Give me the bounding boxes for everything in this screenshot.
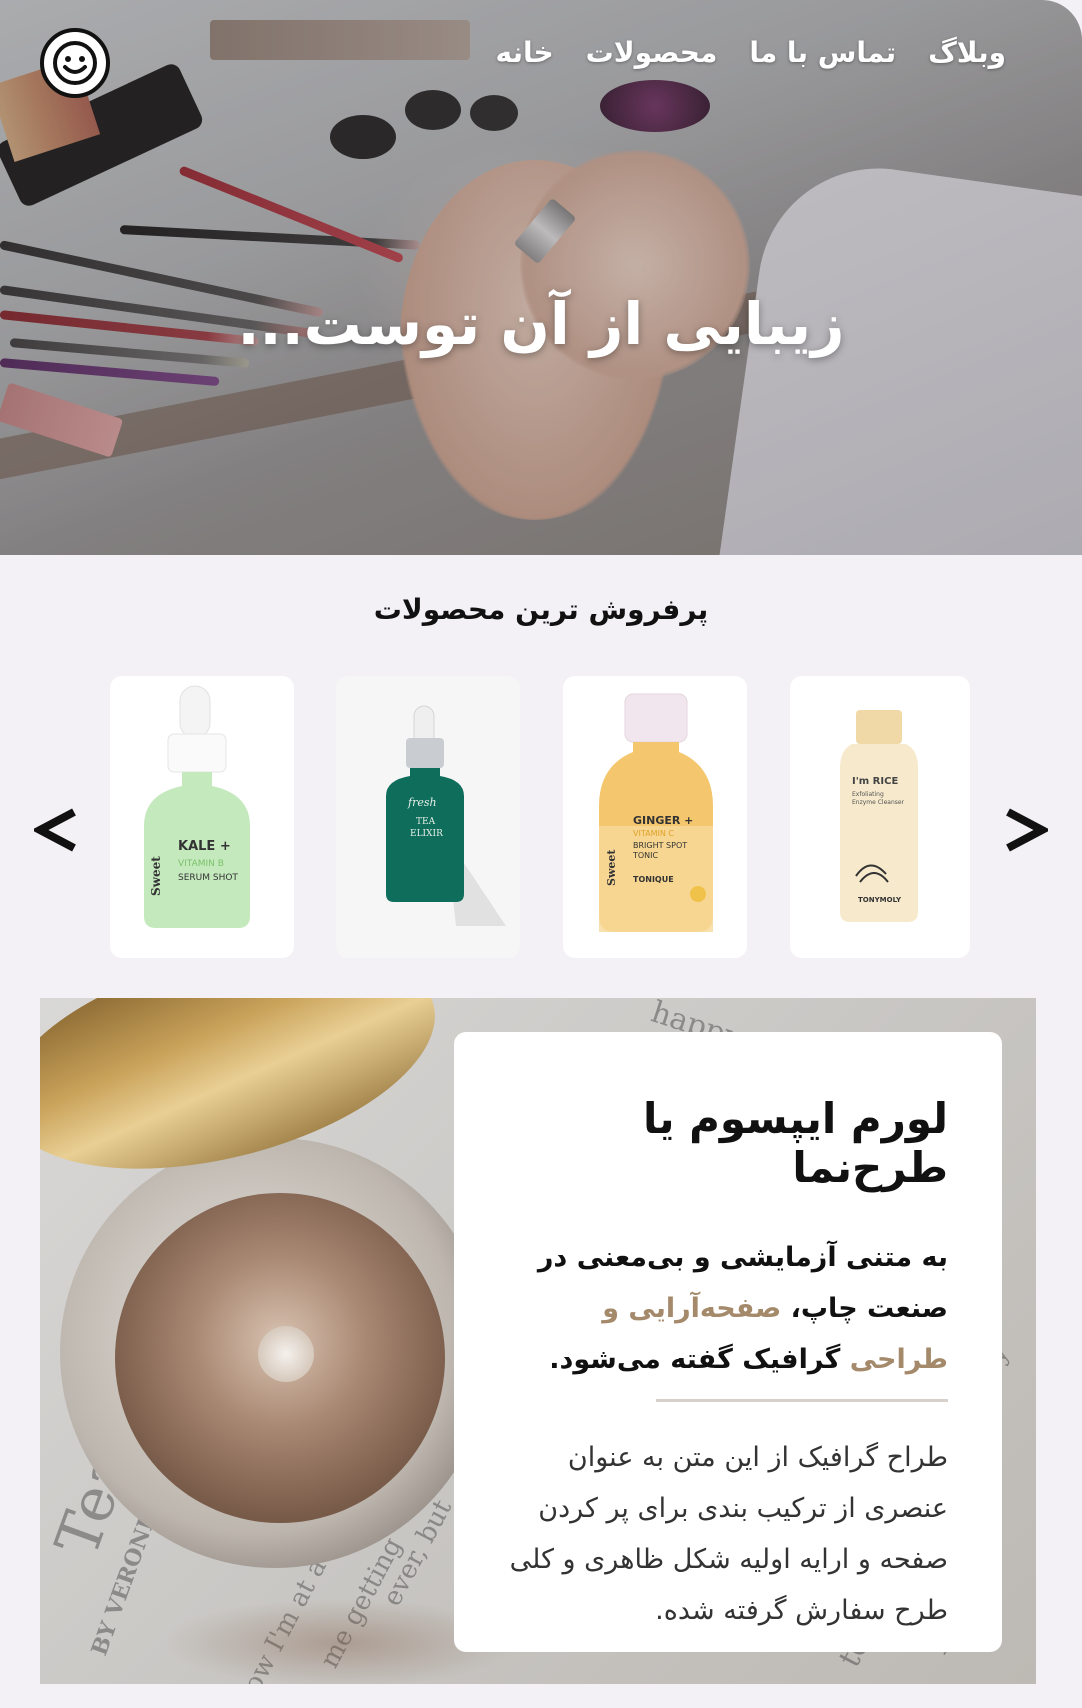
nav-item-contact[interactable]: تماس با ما xyxy=(749,36,896,69)
product-card[interactable]: I'm RICE Exfoliating Enzyme Cleanser TON… xyxy=(790,676,970,958)
product-label-line: TONIQUE xyxy=(633,875,674,884)
product-brand: TONYMOLY xyxy=(858,896,902,904)
carousel-prev-button[interactable] xyxy=(32,800,80,860)
chevron-left-icon xyxy=(34,808,76,852)
feature-card: لورم ایپسوم یا طرح‌نما به متنی آزمایشی و… xyxy=(454,1032,1002,1652)
product-label-line: SERUM SHOT xyxy=(178,873,238,883)
logo[interactable] xyxy=(40,28,110,98)
product-label-line: VITAMIN C xyxy=(633,829,674,838)
product-image-cleanser-rice: I'm RICE Exfoliating Enzyme Cleanser TON… xyxy=(840,710,918,922)
feature-lead: به متنی آزمایشی و بی‌معنی در صنعت چاپ، ص… xyxy=(498,1232,948,1385)
product-image-serum-green: KALE + VITAMIN B SERUM SHOT Sweet xyxy=(144,685,250,928)
hero-overlay xyxy=(0,0,1082,555)
product-brand: fresh xyxy=(407,796,437,809)
feature-lead-text: گرافیک گفته می‌شود. xyxy=(549,1344,850,1375)
product-label-line: ELIXIR xyxy=(410,829,443,839)
product-label-line: Exfoliating xyxy=(852,791,884,798)
bestsellers-title: پرفروش ترین محصولات xyxy=(373,593,709,626)
product-image-tonic-ginger: GINGER + VITAMIN C BRIGHT SPOT TONIC TON… xyxy=(599,693,713,932)
nav-item-products[interactable]: محصولات xyxy=(586,36,718,69)
feature-body: طراح گرافیک از این متن به عنوان عنصری از… xyxy=(509,1442,948,1626)
eyeshadow-center xyxy=(258,1326,314,1382)
product-label-line: BRIGHT SPOT xyxy=(633,841,687,850)
nav-item-home[interactable]: خانه xyxy=(495,36,553,69)
main-nav: خانه محصولات تماس با ما وبلاگ xyxy=(495,36,1006,69)
product-label-line: I'm RICE xyxy=(852,776,898,787)
product-label-line: TONIC xyxy=(632,851,659,860)
smiley-face-icon xyxy=(53,41,97,85)
hero-banner: خانه محصولات تماس با ما وبلاگ زیبایی از … xyxy=(0,0,1082,555)
product-card[interactable]: fresh TEA ELIXIR xyxy=(336,676,520,958)
product-label-line: GINGER + xyxy=(633,814,693,827)
product-label-line: VITAMIN B xyxy=(178,859,224,869)
chevron-right-icon xyxy=(1006,808,1048,852)
nav-item-blog[interactable]: وبلاگ xyxy=(928,36,1006,69)
product-image-serum-teal: fresh TEA ELIXIR xyxy=(386,705,506,926)
product-brand: Sweet xyxy=(605,849,618,886)
feature-title: لورم ایپسوم یا طرح‌نما xyxy=(642,1094,948,1192)
product-card[interactable]: GINGER + VITAMIN C BRIGHT SPOT TONIC TON… xyxy=(563,676,747,958)
product-label-line: Enzyme Cleanser xyxy=(852,799,905,806)
feature-divider xyxy=(656,1399,948,1402)
carousel-next-button[interactable] xyxy=(1002,800,1050,860)
product-label-line: KALE + xyxy=(178,839,231,854)
product-brand: Sweet xyxy=(149,856,163,896)
product-card[interactable]: KALE + VITAMIN B SERUM SHOT Sweet xyxy=(110,676,294,958)
product-label-line: TEA xyxy=(416,817,436,827)
hero-title: زیبایی از آن توست... xyxy=(237,290,845,358)
